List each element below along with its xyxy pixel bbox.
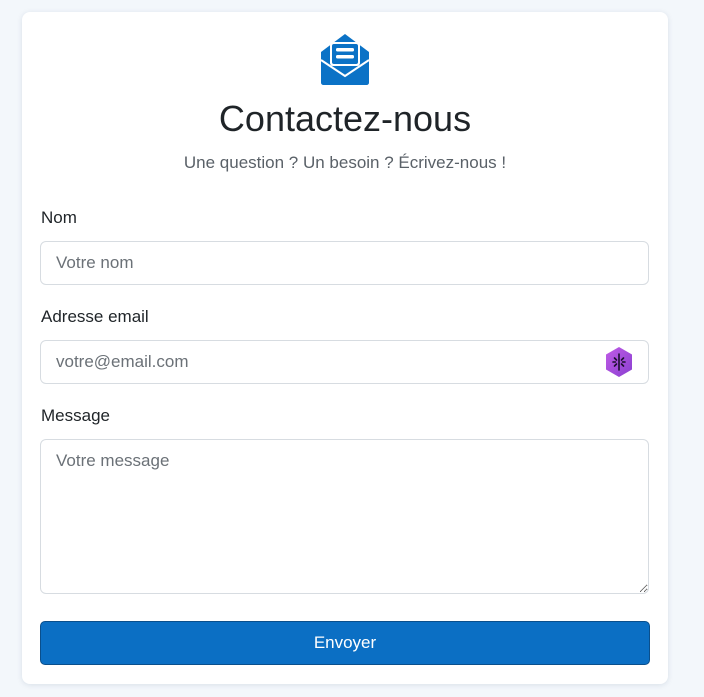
submit-button[interactable]: Envoyer (40, 621, 650, 665)
page-title: Contactez-nous (218, 98, 472, 139)
name-label: Nom (41, 208, 77, 227)
name-input[interactable] (40, 241, 649, 285)
message-textarea[interactable] (40, 439, 649, 594)
envelope-open-icon (320, 34, 370, 85)
page-subtitle: Une question ? Un besoin ? Écrivez-nous … (183, 153, 507, 172)
contact-card: Contactez-nous Une question ? Un besoin … (22, 12, 668, 684)
message-label: Message (41, 406, 110, 425)
email-input[interactable] (40, 340, 649, 384)
email-label: Adresse email (41, 307, 149, 326)
password-manager-icon[interactable] (604, 346, 634, 378)
